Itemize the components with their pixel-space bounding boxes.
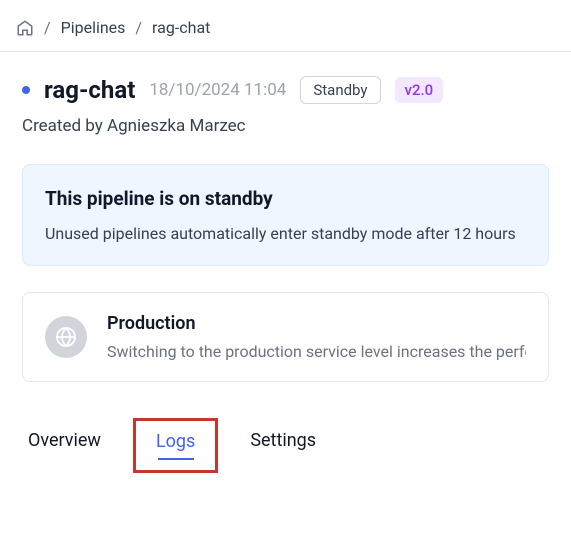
banner-description: Unused pipelines automatically enter sta… [45,224,526,243]
tab-overview[interactable]: Overview [24,422,105,473]
breadcrumb-separator: / [44,18,51,37]
tabs: Overview Logs Settings [22,422,549,473]
tab-settings[interactable]: Settings [246,422,320,473]
home-icon[interactable] [16,19,34,37]
tab-logs-highlight: Logs [133,418,218,473]
breadcrumb-separator: / [135,18,142,37]
status-badge: Standby [300,76,380,104]
breadcrumb: / Pipelines / rag-chat [0,0,571,52]
production-card: Production Switching to the production s… [22,292,549,382]
banner-title: This pipeline is on standby [45,187,526,210]
breadcrumb-current: rag-chat [152,18,210,37]
globe-icon [45,316,87,358]
breadcrumb-pipelines[interactable]: Pipelines [61,18,126,37]
production-description: Switching to the production service leve… [107,342,526,361]
status-dot-icon [22,86,30,94]
created-by: Created by Agnieszka Marzec [22,116,549,136]
version-badge: v2.0 [395,77,444,103]
page-title: rag-chat [44,76,135,104]
timestamp: 18/10/2024 11:04 [149,80,286,100]
tab-logs[interactable]: Logs [156,431,195,458]
page-header: rag-chat 18/10/2024 11:04 Standby v2.0 [22,76,549,104]
standby-banner: This pipeline is on standby Unused pipel… [22,164,549,266]
production-title: Production [107,313,526,334]
